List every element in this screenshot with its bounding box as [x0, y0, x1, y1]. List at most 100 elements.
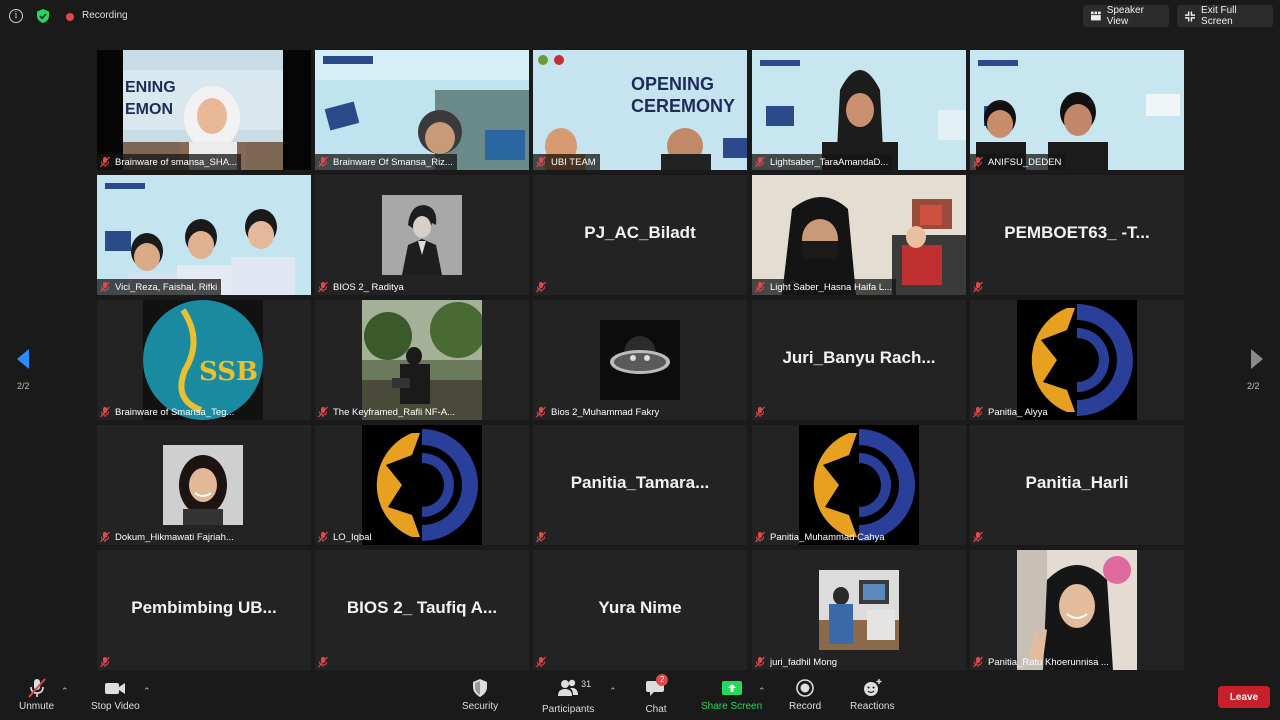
participant-tile[interactable]: Panitia_ Alyya: [970, 300, 1184, 420]
record-label: Record: [789, 701, 822, 712]
participants-options-caret[interactable]: ⌃: [609, 686, 617, 697]
participant-name-large: PJ_AC_Biladt: [584, 223, 696, 242]
name-plate: juri_fadhil Mong: [752, 654, 841, 670]
name-plate: BIOS 2_ Raditya: [315, 279, 408, 295]
name-plate: Bios 2_Muhammad Fakry: [533, 404, 663, 420]
mic-off-icon: [973, 656, 983, 668]
chat-label: Chat: [645, 704, 667, 715]
participant-name: Light Saber_Hasna Haifa L...: [770, 281, 892, 293]
participant-name: Dokum_Hikmawati Fajriah...: [115, 531, 234, 543]
participant-avatar: [163, 445, 243, 525]
previous-page-arrow-icon[interactable]: [15, 348, 31, 370]
share-screen-icon: [721, 681, 742, 695]
name-plate: Panitia_ Alyya: [970, 404, 1052, 420]
info-icon[interactable]: i: [9, 9, 23, 23]
participant-name: juri_fadhil Mong: [770, 656, 838, 668]
mic-off-icon: [755, 281, 765, 293]
svg-text:CEREMONY: CEREMONY: [631, 96, 735, 116]
participant-tile[interactable]: juri_fadhil Mong: [752, 550, 966, 670]
unmute-label: Unmute: [19, 701, 55, 712]
participant-tile[interactable]: Bios 2_Muhammad Fakry: [533, 300, 747, 420]
name-plate: [533, 279, 555, 295]
participant-tile[interactable]: SSB Brainware of Smansa_Teg...: [97, 300, 311, 420]
participants-count: 31: [581, 679, 592, 689]
mic-off-icon: [100, 281, 110, 293]
reactions-label: Reactions: [850, 701, 895, 712]
participant-name: Panitia_ Alyya: [988, 406, 1048, 418]
participant-name-large: Juri_Banyu Rach...: [782, 348, 936, 367]
mic-off-icon: [536, 656, 546, 668]
svg-text:OPENING: OPENING: [631, 74, 714, 94]
participant-avatar: [1017, 550, 1137, 670]
audio-options-caret[interactable]: ⌃: [61, 686, 69, 697]
speaker-view-button[interactable]: Speaker View: [1083, 5, 1169, 27]
name-plate: Panitia_Ratu Khoerunnisa ...: [970, 654, 1113, 670]
shield-icon[interactable]: [35, 8, 51, 24]
name-plate: [315, 654, 337, 670]
participant-tile[interactable]: LO_Iqbal: [315, 425, 529, 545]
chat-button[interactable]: 2 Chat: [645, 674, 669, 715]
participant-name: UBI TEAM: [551, 156, 596, 168]
participant-name: BIOS 2_ Raditya: [333, 281, 404, 293]
name-plate: Panitia_Muhammad Cahya: [752, 529, 889, 545]
participant-tile[interactable]: Panitia_Tamara...: [533, 425, 747, 545]
participant-video: [970, 50, 1184, 170]
reactions-button[interactable]: Reactions: [850, 678, 894, 712]
mic-off-icon: [536, 156, 546, 168]
video-options-caret[interactable]: ⌃: [143, 686, 151, 697]
share-screen-label: Share Screen: [701, 701, 763, 712]
mic-off-icon: [318, 656, 328, 668]
share-options-caret[interactable]: ⌃: [758, 686, 766, 697]
participant-tile[interactable]: Dokum_Hikmawati Fajriah...: [97, 425, 311, 545]
participant-avatar: [819, 570, 899, 650]
participant-tile[interactable]: Pembimbing UB...: [97, 550, 311, 670]
participant-video: [315, 50, 529, 170]
participant-tile[interactable]: BIOS 2_ Taufiq A...: [315, 550, 529, 670]
participant-tile[interactable]: PEMBOET63_ -T...: [970, 175, 1184, 295]
svg-text:ENING: ENING: [125, 79, 176, 96]
participant-avatar: [382, 195, 462, 275]
mic-off-icon: [536, 406, 546, 418]
mic-off-icon: [318, 281, 328, 293]
participant-tile[interactable]: Vici_Reza, Faishal, Rifki: [97, 175, 311, 295]
participant-tile[interactable]: OPENING CEREMONY UBI TEAM: [533, 50, 747, 170]
participant-tile[interactable]: Light Saber_Hasna Haifa L...: [752, 175, 966, 295]
share-screen-button[interactable]: Share Screen: [701, 678, 762, 712]
mic-off-icon: [973, 281, 983, 293]
participant-tile[interactable]: ENING EMON Brainware of smansa_SHA...: [97, 50, 311, 170]
participant-tile[interactable]: The Keyframed_Rafli NF-A...: [315, 300, 529, 420]
next-page-arrow-icon[interactable]: [1249, 348, 1265, 370]
participant-tile[interactable]: Panitia_Ratu Khoerunnisa ...: [970, 550, 1184, 670]
participant-tile[interactable]: Panitia_Muhammad Cahya: [752, 425, 966, 545]
participant-video: ENING EMON: [97, 50, 311, 170]
participants-button[interactable]: 31 Participants: [542, 678, 594, 715]
mic-off-icon: [100, 156, 110, 168]
participant-name: The Keyframed_Rafli NF-A...: [333, 406, 455, 418]
participants-label: Participants: [542, 704, 595, 715]
exit-fullscreen-button[interactable]: Exit Full Screen: [1177, 5, 1273, 27]
participant-tile[interactable]: ANIFSU_DEDEN: [970, 50, 1184, 170]
leave-button[interactable]: Leave: [1218, 686, 1270, 708]
participant-tile[interactable]: Lightsaber_TaraAmandaD...: [752, 50, 966, 170]
name-plate: LO_Iqbal: [315, 529, 376, 545]
mic-off-icon: [100, 531, 110, 543]
participant-name: Brainware of Smansa_Teg...: [115, 406, 235, 418]
security-label: Security: [462, 701, 499, 712]
participant-name: ANIFSU_DEDEN: [988, 156, 1062, 168]
participant-tile[interactable]: Juri_Banyu Rach...: [752, 300, 966, 420]
participant-tile[interactable]: Yura Nime: [533, 550, 747, 670]
participant-tile[interactable]: PJ_AC_Biladt: [533, 175, 747, 295]
participant-tile[interactable]: Panitia_Harli: [970, 425, 1184, 545]
stop-video-button[interactable]: Stop Video: [91, 678, 140, 712]
name-plate: [752, 404, 774, 420]
unmute-button[interactable]: Unmute: [19, 678, 54, 712]
name-plate: The Keyframed_Rafli NF-A...: [315, 404, 459, 420]
participant-tile[interactable]: Brainware Of Smansa_Riz...: [315, 50, 529, 170]
record-button[interactable]: Record: [789, 678, 821, 712]
security-button[interactable]: Security: [462, 678, 498, 712]
participant-video: [752, 175, 966, 295]
mic-off-icon: [536, 531, 546, 543]
mic-off-icon: [318, 406, 328, 418]
participant-name: Vici_Reza, Faishal, Rifki: [115, 281, 218, 293]
participant-tile[interactable]: BIOS 2_ Raditya: [315, 175, 529, 295]
